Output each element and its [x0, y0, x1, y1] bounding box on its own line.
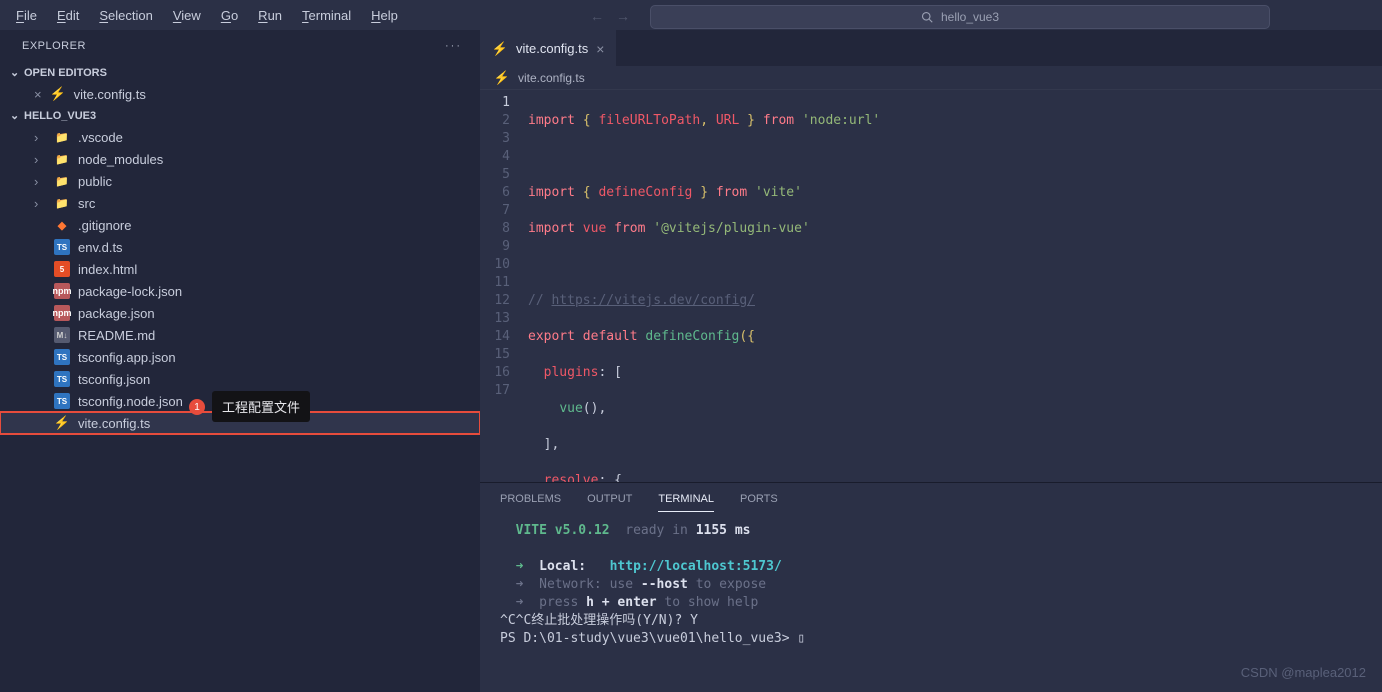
chevron-right-icon: › [34, 152, 46, 167]
md-icon: M↓ [54, 327, 70, 343]
ts-icon: TS [54, 371, 70, 387]
tree-label: tsconfig.app.json [78, 350, 176, 365]
search-icon [921, 11, 933, 23]
file-item[interactable]: TS tsconfig.app.json [0, 346, 480, 368]
tree-label: public [78, 174, 112, 189]
close-icon[interactable]: × [596, 41, 604, 57]
tab-label: vite.config.ts [516, 41, 588, 56]
red-icon: npm [54, 283, 70, 299]
file-item[interactable]: ◆ .gitignore [0, 214, 480, 236]
breadcrumb[interactable]: ⚡ vite.config.ts [480, 66, 1382, 90]
watermark: CSDN @maplea2012 [1241, 665, 1366, 680]
nav-forward-icon[interactable]: → [616, 8, 630, 24]
red-icon: npm [54, 305, 70, 321]
nav-back-icon[interactable]: ← [590, 8, 604, 24]
nav-arrows: ← → [590, 8, 630, 24]
folder-item[interactable]: › 📁 public [0, 170, 480, 192]
folder-item[interactable]: › 📁 .vscode [0, 126, 480, 148]
vite-icon: ⚡ [50, 86, 66, 102]
tab-output[interactable]: OUTPUT [587, 493, 632, 512]
menu-selection[interactable]: Selection [91, 4, 160, 27]
tree-label: .gitignore [78, 218, 131, 233]
code-editor[interactable]: 1234567 891011121314151617 import { file… [480, 90, 1382, 482]
green-icon: 📁 [54, 151, 70, 167]
close-icon[interactable]: × [34, 87, 42, 102]
menu-go[interactable]: Go [213, 4, 246, 27]
annotation-badge: 1 [189, 399, 205, 415]
command-center[interactable]: hello_vue3 [650, 5, 1270, 29]
explorer-title: EXPLORER [22, 40, 86, 52]
open-editors-title: OPEN EDITORS [24, 67, 107, 79]
project-section[interactable]: ⌄ HELLO_VUE3 [0, 105, 480, 126]
chevron-right-icon: › [34, 196, 46, 211]
line-gutter: 1234567 891011121314151617 [480, 90, 522, 482]
green-icon: 📁 [54, 195, 70, 211]
tab-problems[interactable]: PROBLEMS [500, 493, 561, 512]
file-item[interactable]: npm package.json [0, 302, 480, 324]
tab-ports[interactable]: PORTS [740, 493, 778, 512]
breadcrumb-label: vite.config.ts [518, 71, 585, 85]
code-content[interactable]: import { fileURLToPath, URL } from 'node… [522, 90, 1382, 482]
explorer-more-icon[interactable]: ··· [445, 40, 462, 52]
chevron-right-icon: › [34, 174, 46, 189]
tree-label: src [78, 196, 95, 211]
sidebar: EXPLORER ··· ⌄ OPEN EDITORS × ⚡ vite.con… [0, 30, 480, 692]
orange-icon: ◆ [54, 217, 70, 233]
open-editor-item[interactable]: × ⚡ vite.config.ts [0, 83, 480, 105]
menu-view[interactable]: View [165, 4, 209, 27]
bottom-panel: PROBLEMS OUTPUT TERMINAL PORTS VITE v5.0… [480, 482, 1382, 692]
ts-icon: TS [54, 239, 70, 255]
menu-help[interactable]: Help [363, 4, 406, 27]
tree-label: package-lock.json [78, 284, 182, 299]
chevron-down-icon: ⌄ [10, 66, 24, 79]
chevron-right-icon: › [34, 130, 46, 145]
vite-icon: ⚡ [54, 415, 70, 431]
project-title: HELLO_VUE3 [24, 110, 96, 122]
tree-label: node_modules [78, 152, 163, 167]
ts-icon: TS [54, 349, 70, 365]
menu-terminal[interactable]: Terminal [294, 4, 359, 27]
file-item[interactable]: npm package-lock.json [0, 280, 480, 302]
file-item[interactable]: TS tsconfig.json [0, 368, 480, 390]
tab-terminal[interactable]: TERMINAL [658, 493, 714, 512]
file-item[interactable]: TS env.d.ts [0, 236, 480, 258]
search-label: hello_vue3 [941, 10, 999, 24]
tree-label: README.md [78, 328, 155, 343]
tree-label: tsconfig.node.json [78, 394, 183, 409]
vite-icon: ⚡ [492, 41, 508, 57]
open-editors-section[interactable]: ⌄ OPEN EDITORS [0, 62, 480, 83]
file-item[interactable]: M↓ README.md [0, 324, 480, 346]
tree-label: vite.config.ts [78, 416, 150, 431]
tab-vite-config[interactable]: ⚡ vite.config.ts × [480, 30, 616, 66]
tab-bar: ⚡ vite.config.ts × [480, 30, 1382, 66]
tree-label: package.json [78, 306, 155, 321]
menu-file[interactable]: File [8, 4, 45, 27]
tree-label: env.d.ts [78, 240, 123, 255]
open-editor-label: vite.config.ts [74, 87, 146, 102]
tree-label: tsconfig.json [78, 372, 150, 387]
html-icon: 5 [54, 261, 70, 277]
editor-area: ⚡ vite.config.ts × ⚡ vite.config.ts 1234… [480, 30, 1382, 692]
cyan-icon: 📁 [54, 129, 70, 145]
explorer-header: EXPLORER ··· [0, 30, 480, 62]
menu-edit[interactable]: Edit [49, 4, 87, 27]
annotation-tooltip: 工程配置文件 [212, 391, 310, 422]
vite-icon: ⚡ [494, 70, 510, 86]
ts-icon: TS [54, 393, 70, 409]
tree-label: index.html [78, 262, 137, 277]
file-item[interactable]: 5 index.html [0, 258, 480, 280]
menu-run[interactable]: Run [250, 4, 290, 27]
panel-tabs: PROBLEMS OUTPUT TERMINAL PORTS [480, 483, 1382, 512]
cyan-icon: 📁 [54, 173, 70, 189]
tree-label: .vscode [78, 130, 123, 145]
chevron-down-icon: ⌄ [10, 109, 24, 122]
folder-item[interactable]: › 📁 src [0, 192, 480, 214]
folder-item[interactable]: › 📁 node_modules [0, 148, 480, 170]
